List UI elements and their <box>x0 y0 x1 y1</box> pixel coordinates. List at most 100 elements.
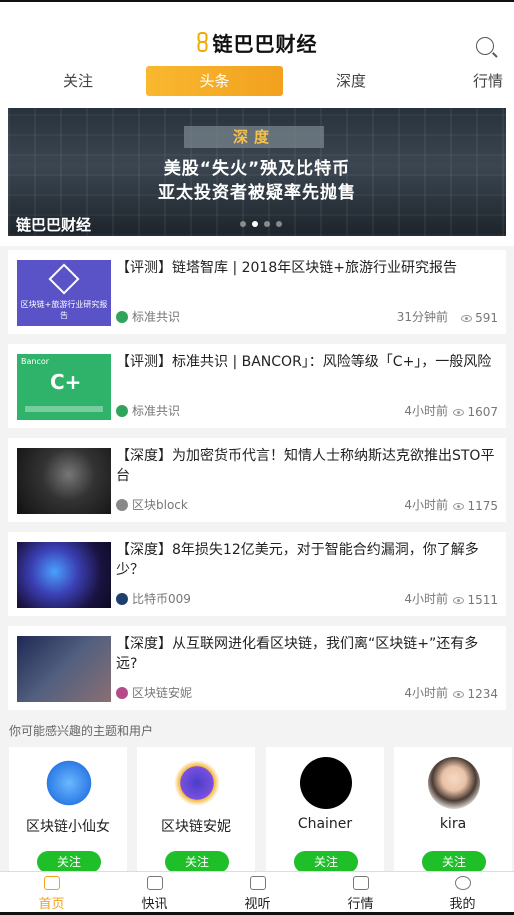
article-title: 【深度】从互联网进化看区块链，我们离“区块链+”还有多远? <box>116 636 479 672</box>
nav-video[interactable]: 视听 <box>206 872 309 915</box>
article-source: 区块block <box>116 496 188 513</box>
chain-link-icon <box>197 31 209 54</box>
view-count: 1511 <box>467 593 498 607</box>
banner-brand: 链巴巴财经 <box>16 216 92 234</box>
article-views: 1607 <box>453 405 498 419</box>
suggested-user-card[interactable]: kira 关注 <box>394 747 512 873</box>
user-name: kira <box>439 816 467 832</box>
source-name: 标准共识 <box>132 404 181 418</box>
article-source: 区块链安妮 <box>116 684 192 701</box>
source-name: 区块block <box>132 498 188 512</box>
article-source: 比特币009 <box>116 590 191 607</box>
article-card[interactable]: 【深度】为加密货币代言！知情人士称纳斯达克欲推出STO平台 区块block 4小… <box>8 438 506 522</box>
article-thumbnail <box>17 542 111 608</box>
banner-tag: 深度 <box>184 126 324 148</box>
source-name: 区块链安妮 <box>132 686 193 700</box>
banner-carousel[interactable]: 深度 美股“失火”殃及比特币 亚太投资者被疑率先抛售 链巴巴财经 <box>8 108 506 236</box>
nav-market[interactable]: 行情 <box>309 872 412 915</box>
article-title: 【深度】为加密货币代言！知情人士称纳斯达克欲推出STO平台 <box>116 448 495 484</box>
suggested-user-card[interactable]: 区块链小仙女 关注 <box>9 747 127 873</box>
logo-mark-icon <box>48 263 80 295</box>
rating-bar <box>25 406 103 412</box>
eye-icon <box>453 690 465 698</box>
nav-label: 行情 <box>347 897 374 912</box>
follow-button[interactable]: 关注 <box>422 851 486 873</box>
source-logo-icon <box>116 686 128 699</box>
app-header: 链巴巴财经 <box>0 2 514 66</box>
nav-flash[interactable]: 快讯 <box>103 872 206 915</box>
thumbnail-caption: 区块链+旅游行业研究报告 <box>20 300 108 320</box>
search-icon[interactable] <box>476 37 494 55</box>
article-time: 4小时前 <box>404 592 448 606</box>
article-card[interactable]: 区块链+旅游行业研究报告 【评测】链塔智库 | 2018年区块链+旅游行业研究报… <box>8 250 506 334</box>
avatar[interactable] <box>171 757 223 809</box>
article-time: 31分钟前 <box>396 310 448 324</box>
article-time: 4小时前 <box>404 404 448 418</box>
article-title: 【评测】标准共识 | BANCOR」：风险等级「C+」，一般风险 <box>116 354 492 370</box>
avatar[interactable] <box>428 757 480 809</box>
source-logo-icon <box>116 592 128 605</box>
avatar[interactable] <box>43 757 95 809</box>
article-title: 【深度】8年损失12亿美元，对于智能合约漏洞，你了解多少？ <box>116 542 479 578</box>
article-source: 标准共识 <box>116 402 180 419</box>
nav-profile[interactable]: 我的 <box>411 872 514 915</box>
article-thumbnail: 区块链+旅游行业研究报告 <box>17 260 111 326</box>
article-time: 4小时前 <box>404 498 448 512</box>
nav-home[interactable]: 首页 <box>0 872 103 915</box>
user-name: 区块链安妮 <box>161 819 231 835</box>
suggested-user-card[interactable]: Chainer 关注 <box>266 747 384 873</box>
brand-name: 链巴巴财经 <box>212 32 318 56</box>
source-name: 比特币009 <box>132 592 191 606</box>
source-name: 标准共识 <box>132 310 181 324</box>
tab-follow[interactable]: 关注 <box>38 66 118 96</box>
tab-market[interactable]: 行情 <box>458 66 514 96</box>
article-card[interactable]: Bancor C+ 【评测】标准共识 | BANCOR」：风险等级「C+」，一般… <box>8 344 506 428</box>
carousel-dots <box>240 221 282 227</box>
brand-logo: 链巴巴财经 <box>197 28 318 57</box>
nav-label: 快讯 <box>141 897 168 912</box>
eye-icon <box>461 314 473 322</box>
view-count: 1607 <box>467 405 498 419</box>
article-views: 1511 <box>453 593 498 607</box>
eye-icon <box>453 408 465 416</box>
suggested-user-card[interactable]: 区块链安妮 关注 <box>137 747 255 873</box>
user-icon <box>454 876 471 890</box>
article-thumbnail <box>17 636 111 702</box>
radio-icon <box>146 876 163 890</box>
article-thumbnail: Bancor C+ <box>17 354 111 420</box>
follow-button[interactable]: 关注 <box>294 851 358 873</box>
article-views: 591 <box>461 311 498 325</box>
follow-button[interactable]: 关注 <box>37 851 101 873</box>
article-views: 1234 <box>453 687 498 701</box>
bottom-navigation: 首页 快讯 视听 行情 我的 <box>0 871 514 915</box>
view-count: 1175 <box>467 499 498 513</box>
carousel-dot-active[interactable] <box>252 221 258 227</box>
banner-headline-2: 亚太投资者被疑率先抛售 <box>158 183 356 203</box>
suggest-section-title: 你可能感兴趣的主题和用户 <box>9 724 154 738</box>
nav-label: 视听 <box>244 897 271 912</box>
user-name: Chainer <box>297 816 353 832</box>
article-card[interactable]: 【深度】从互联网进化看区块链，我们离“区块链+”还有多远? 区块链安妮 4小时前… <box>8 626 506 710</box>
chart-icon <box>352 876 369 890</box>
view-count: 591 <box>475 311 498 325</box>
carousel-dot[interactable] <box>240 221 246 227</box>
source-logo-icon <box>116 310 128 323</box>
view-count: 1234 <box>467 687 498 701</box>
banner-headline-1: 美股“失火”殃及比特币 <box>163 159 351 179</box>
carousel-dot[interactable] <box>276 221 282 227</box>
carousel-dot[interactable] <box>264 221 270 227</box>
avatar[interactable] <box>300 757 352 809</box>
article-time: 4小时前 <box>404 686 448 700</box>
banner-section: 深度 美股“失火”殃及比特币 亚太投资者被疑率先抛售 链巴巴财经 <box>0 98 514 246</box>
tab-headlines[interactable]: 头条 <box>146 66 283 96</box>
source-logo-icon <box>116 498 128 511</box>
article-thumbnail <box>17 448 111 514</box>
home-icon <box>43 876 60 890</box>
thumbnail-grade: C+ <box>50 370 82 394</box>
nav-label: 首页 <box>38 897 65 912</box>
article-card[interactable]: 【深度】8年损失12亿美元，对于智能合约漏洞，你了解多少？ 比特币009 4小时… <box>8 532 506 616</box>
follow-button[interactable]: 关注 <box>165 851 229 873</box>
nav-label: 我的 <box>449 897 476 912</box>
eye-icon <box>453 502 465 510</box>
tab-depth[interactable]: 深度 <box>311 66 391 96</box>
